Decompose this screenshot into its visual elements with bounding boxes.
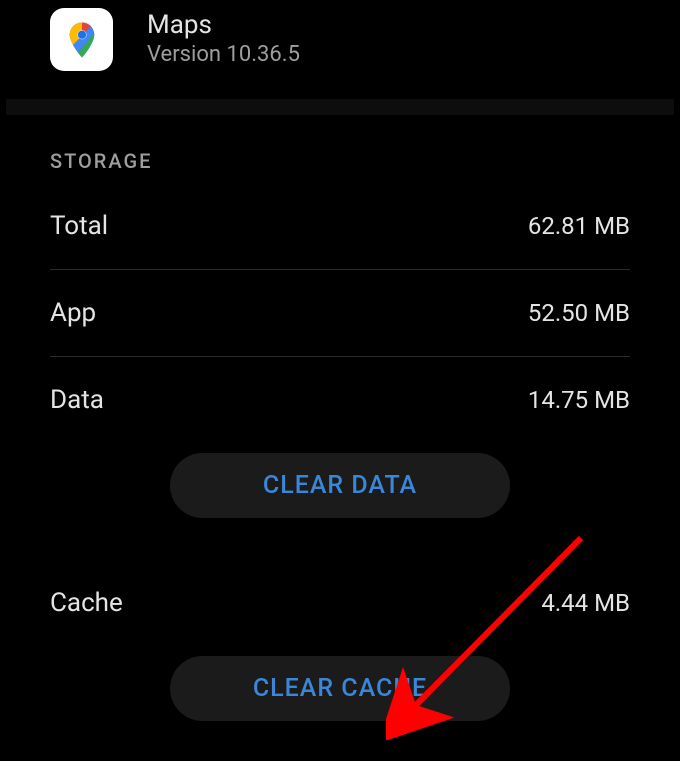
section-divider <box>6 99 674 115</box>
row-value-total: 62.81 MB <box>528 212 630 240</box>
row-value-app: 52.50 MB <box>528 299 630 327</box>
app-header: Maps Version 10.36.5 <box>6 0 674 79</box>
app-name: Maps <box>147 11 300 40</box>
storage-row-total: Total 62.81 MB <box>50 183 630 269</box>
maps-pin-icon <box>61 19 103 61</box>
row-label-app: App <box>50 298 96 328</box>
row-label-total: Total <box>50 211 108 241</box>
clear-data-button[interactable]: CLEAR DATA <box>170 453 510 518</box>
storage-row-app: App 52.50 MB <box>50 269 630 356</box>
row-value-data: 14.75 MB <box>528 386 630 414</box>
row-value-cache: 4.44 MB <box>541 589 630 617</box>
storage-section: STORAGE Total 62.81 MB App 52.50 MB Data… <box>6 115 674 741</box>
storage-section-title: STORAGE <box>50 115 630 183</box>
maps-app-icon <box>50 8 113 71</box>
storage-row-data: Data 14.75 MB <box>50 356 630 443</box>
app-version: Version 10.36.5 <box>147 42 300 68</box>
row-label-cache: Cache <box>50 588 123 618</box>
clear-cache-button[interactable]: CLEAR CACHE <box>170 656 510 721</box>
row-label-data: Data <box>50 385 104 415</box>
storage-row-cache: Cache 4.44 MB <box>50 560 630 646</box>
